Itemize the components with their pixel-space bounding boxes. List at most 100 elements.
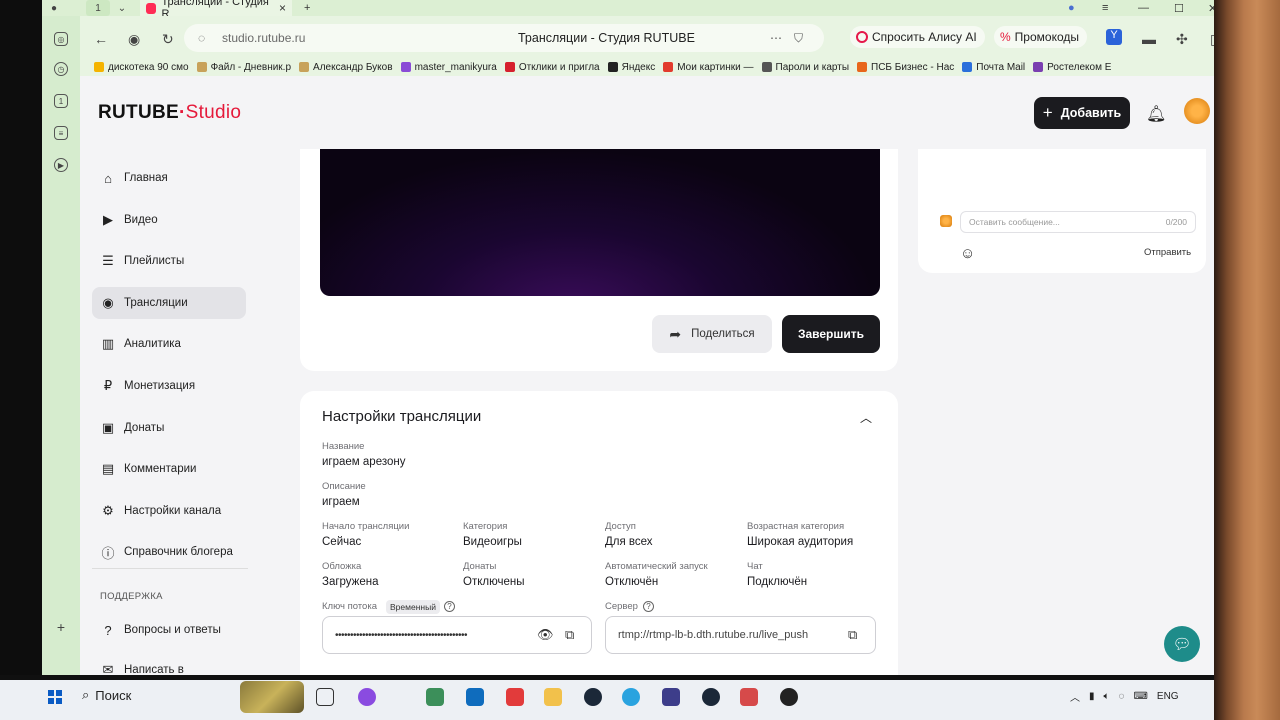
windows-start-icon[interactable] bbox=[48, 690, 62, 704]
taskbar-search[interactable]: ⌕ Поиск bbox=[82, 687, 131, 703]
sidebar-item-question[interactable]: ? Вопросы и ответы bbox=[92, 614, 246, 646]
bookmark-item[interactable]: Александр Буков bbox=[299, 62, 393, 73]
steam-icon[interactable] bbox=[702, 688, 720, 706]
setting-value: Отключены bbox=[463, 576, 525, 588]
chevron-up-icon[interactable]: ︿ bbox=[1070, 689, 1080, 704]
promo-button[interactable]: % Промокоды bbox=[994, 26, 1087, 48]
bookmark-item[interactable]: Яндекс bbox=[607, 62, 655, 73]
app-icon[interactable] bbox=[662, 688, 680, 706]
copy-icon[interactable]: ⧉ bbox=[848, 627, 857, 643]
yandex-browser-icon[interactable] bbox=[506, 688, 524, 706]
bookmark-item[interactable]: ПСБ Бизнес - Нас bbox=[857, 62, 954, 73]
help-icon[interactable]: ? bbox=[643, 601, 654, 612]
add-panel-icon[interactable]: + bbox=[54, 619, 68, 635]
sidebar-item-analytics[interactable]: ▥ Аналитика bbox=[92, 328, 246, 360]
history-icon[interactable]: ◷ bbox=[54, 62, 68, 76]
sidebar-item-video[interactable]: ▶ Видео bbox=[92, 204, 246, 236]
sidebar-item-wallet[interactable]: ▣ Донаты bbox=[92, 412, 246, 444]
close-tab-icon[interactable]: × bbox=[279, 1, 286, 15]
bookmark-item[interactable]: Отклики и пригла bbox=[504, 62, 600, 73]
avatar[interactable] bbox=[1184, 98, 1210, 124]
taskbar-top-edge bbox=[0, 675, 1214, 680]
sidebar-item-ruble[interactable]: ₽ Монетизация bbox=[92, 370, 246, 402]
telegram-icon[interactable] bbox=[622, 688, 640, 706]
minimize-icon[interactable]: — bbox=[1138, 0, 1149, 16]
server-field[interactable]: rtmp://rtmp-lb-b.dth.rutube.ru/live_push… bbox=[605, 616, 876, 654]
emoji-icon[interactable]: ☺ bbox=[960, 245, 975, 262]
app-icon[interactable] bbox=[740, 688, 758, 706]
back-icon[interactable]: ← bbox=[94, 31, 108, 47]
new-tab-icon[interactable]: + bbox=[304, 0, 310, 16]
close-window-icon[interactable]: ✕ bbox=[1208, 0, 1214, 16]
bookmark-item[interactable]: дискотека 90 смо bbox=[94, 62, 189, 73]
menu-icon[interactable]: ≡ bbox=[1102, 0, 1108, 16]
more-icon[interactable]: ⋯ bbox=[770, 31, 782, 45]
stream-video-preview[interactable] bbox=[320, 149, 880, 296]
notes-icon[interactable]: ≡ bbox=[54, 126, 68, 140]
sidebar-item-info[interactable]: ⓘ Справочник блогера bbox=[92, 536, 246, 568]
maximize-icon[interactable]: ☐ bbox=[1174, 0, 1184, 16]
sidebar-item-broadcast[interactable]: ◉ Трансляции bbox=[92, 286, 246, 319]
yandex-extension-icon[interactable]: Y bbox=[1106, 29, 1122, 45]
sidebar-item-home[interactable]: ⌂ Главная bbox=[92, 162, 246, 194]
taskbar-search-label: Поиск bbox=[95, 687, 132, 703]
tab-counter[interactable]: 1 bbox=[86, 0, 110, 16]
sidebar-item-playlist[interactable]: ☰ Плейлисты bbox=[92, 245, 246, 277]
bookmark-icon[interactable]: ⛉ bbox=[794, 31, 803, 46]
finish-stream-button[interactable]: Завершить bbox=[782, 315, 880, 353]
sidebar-item-chat[interactable]: ✉ Написать в bbox=[92, 654, 246, 675]
bookmark-item[interactable]: Почта Mail bbox=[962, 62, 1025, 73]
sidebar-item-gear[interactable]: ⚙ Настройки канала bbox=[92, 495, 246, 527]
bookmark-item[interactable]: Мои картинки — bbox=[663, 62, 754, 73]
search-highlight-image[interactable] bbox=[240, 681, 304, 713]
bell-icon[interactable]: 🔔︎ bbox=[1146, 104, 1166, 124]
reader-icon[interactable]: ◫ bbox=[1210, 31, 1214, 48]
keyboard-icon[interactable]: ⌨ bbox=[1133, 691, 1147, 702]
extensions-icon[interactable]: ✣ bbox=[1176, 31, 1188, 48]
address-bar: ← ◉ ↻ ◌ studio.rutube.ru Трансляции - Ст… bbox=[80, 16, 1214, 62]
language-indicator[interactable]: ENG bbox=[1157, 691, 1179, 702]
bookmark-item[interactable]: master_manikyura bbox=[400, 62, 497, 73]
support-chat-button[interactable]: 💬︎ bbox=[1164, 626, 1200, 662]
eye-icon[interactable]: 👁︎ bbox=[537, 627, 554, 643]
yandex-home-icon[interactable]: ◉ bbox=[128, 31, 140, 48]
description-value: играем bbox=[322, 496, 360, 508]
calculator-icon[interactable] bbox=[426, 688, 444, 706]
speaker-icon[interactable]: 🔈︎ bbox=[1104, 691, 1110, 702]
battery-icon[interactable]: ▮ bbox=[1089, 691, 1095, 702]
reload-icon[interactable]: ↻ bbox=[162, 31, 174, 48]
outlook-icon[interactable] bbox=[466, 688, 484, 706]
obs-icon[interactable] bbox=[780, 688, 798, 706]
bookmark-item[interactable]: Файл - Дневник.р bbox=[196, 62, 291, 73]
file-explorer-icon[interactable] bbox=[544, 688, 562, 706]
add-button[interactable]: + Добавить bbox=[1034, 97, 1130, 129]
url-field[interactable]: ◌ studio.rutube.ru Трансляции - Студия R… bbox=[184, 24, 824, 52]
rutube-studio-logo[interactable]: RUTUBE·Studio bbox=[98, 102, 241, 124]
stream-key-field[interactable]: ••••••••••••••••••••••••••••••••••••••••… bbox=[322, 616, 592, 654]
share-button[interactable]: ➦ Поделиться bbox=[652, 315, 772, 353]
chevron-down-icon[interactable]: ⌄ bbox=[110, 0, 134, 16]
tab-group-icon[interactable]: 1 bbox=[54, 94, 68, 108]
task-view-icon[interactable] bbox=[316, 688, 334, 706]
download-icon[interactable]: ▬ bbox=[1142, 31, 1156, 47]
help-icon[interactable]: ? bbox=[444, 601, 455, 612]
alice-app-icon[interactable] bbox=[358, 688, 376, 706]
plus-icon: + bbox=[1042, 103, 1053, 122]
steam-icon[interactable] bbox=[584, 688, 602, 706]
collections-icon[interactable]: ◎ bbox=[54, 32, 68, 46]
send-button[interactable]: Отправить bbox=[1144, 247, 1191, 258]
copy-icon[interactable]: ⧉ bbox=[565, 627, 574, 643]
bookmark-item[interactable]: Пароли и карты bbox=[761, 62, 849, 73]
bookmark-item[interactable]: Ростелеком E bbox=[1033, 62, 1111, 73]
sidebar-item-comments[interactable]: ▤ Комментарии bbox=[92, 453, 246, 485]
extension-icon[interactable]: ● bbox=[1068, 0, 1075, 16]
ask-alice-button[interactable]: Спросить Алису AI bbox=[850, 26, 985, 48]
chevron-up-icon[interactable]: ︿ bbox=[860, 409, 872, 426]
browser-menu-icon[interactable]: ● bbox=[42, 0, 66, 16]
network-icon[interactable]: ◌ bbox=[1119, 691, 1125, 702]
play-icon[interactable]: ▶ bbox=[54, 158, 68, 172]
home-icon: ⌂ bbox=[104, 170, 112, 186]
active-tab[interactable]: Трансляции - Студия R × bbox=[140, 0, 292, 20]
chat-message-input[interactable]: Оставить сообщение... 0/200 bbox=[960, 211, 1196, 233]
site-info-icon[interactable]: ◌ bbox=[198, 31, 205, 45]
